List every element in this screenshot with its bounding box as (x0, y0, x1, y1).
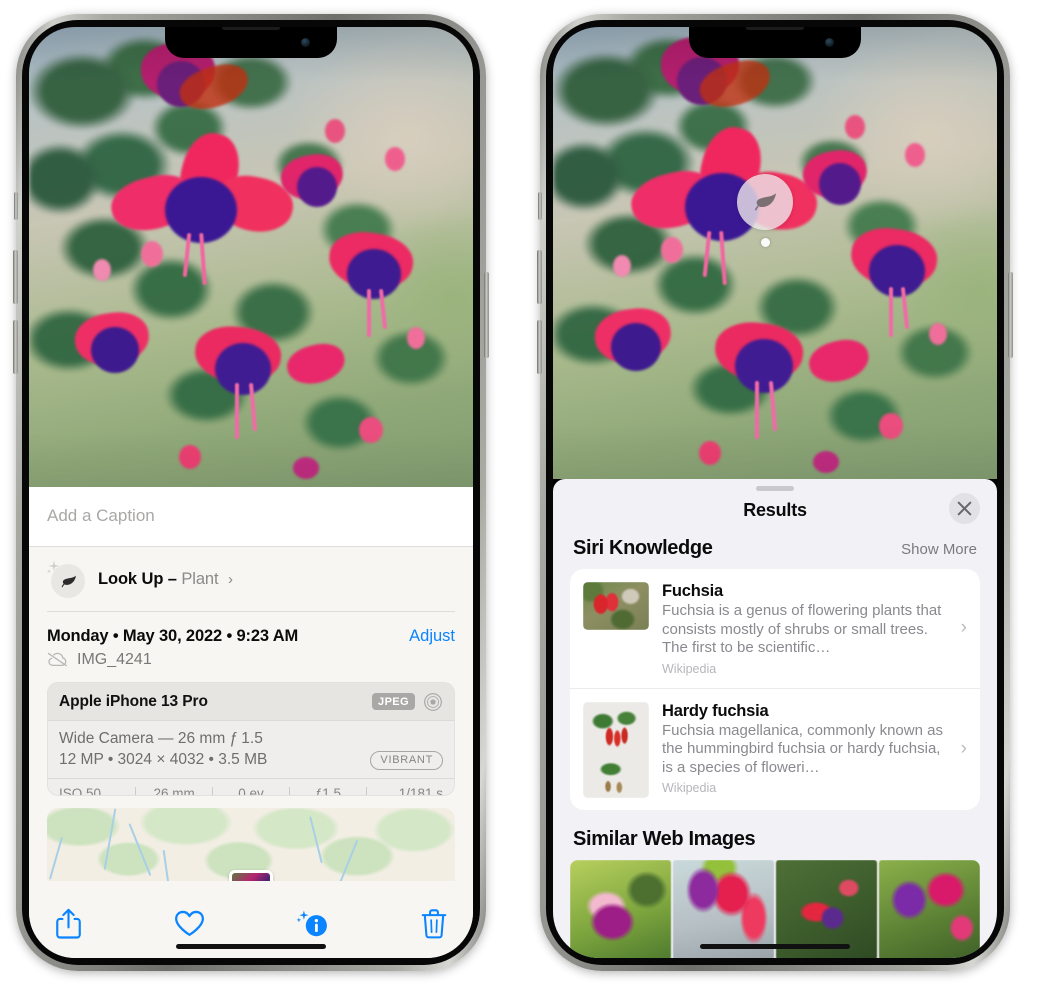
side-power-button[interactable] (1008, 272, 1013, 358)
fuchsia-wild-thumb (583, 582, 649, 630)
look-up-title: Look Up – (98, 569, 177, 588)
web-image-4[interactable] (879, 859, 980, 958)
leaf-icon (754, 193, 777, 211)
iphone-left-photos-info: Add a Caption Look Up – Plant › Monday •… (13, 14, 489, 971)
visual-lookup-results-sheet: Results Siri Knowledge Show More Fuchsia… (553, 479, 997, 958)
camera-model: Apple iPhone 13 Pro (59, 692, 208, 710)
home-indicator[interactable] (176, 944, 326, 949)
file-row: IMG_4241 (47, 646, 455, 682)
exif-focal-length: 26 mm (153, 785, 195, 797)
display-notch (165, 27, 337, 58)
favorite-heart-icon[interactable] (174, 909, 205, 943)
visual-lookup-badge[interactable] (737, 174, 793, 230)
camera-header-badges: JPEG (372, 692, 443, 712)
info-icon[interactable] (296, 909, 329, 944)
leaf-icon-circle (51, 564, 85, 598)
knowledge-item-text: Hardy fuchsia Fuchsia magellanica, commo… (662, 702, 968, 796)
knowledge-item-title: Fuchsia (662, 582, 723, 600)
earpiece-speaker (746, 27, 804, 30)
device-screen-left: Add a Caption Look Up – Plant › Monday •… (29, 27, 473, 958)
cloud-slash-icon (47, 652, 67, 667)
device-screen-right: Results Siri Knowledge Show More Fuchsia… (553, 27, 997, 958)
share-icon[interactable] (55, 908, 82, 945)
lens-info: Wide Camera — 26 mm ƒ 1.5 (59, 729, 263, 747)
camera-card-header: Apple iPhone 13 Pro JPEG (48, 682, 454, 721)
close-button[interactable] (949, 493, 980, 524)
file-name: IMG_4241 (77, 650, 152, 668)
photographic-style-badge: VIBRANT (370, 750, 443, 770)
exif-aperture: ƒ1.5 (314, 785, 342, 797)
knowledge-item-fuchsia[interactable]: Fuchsia Fuchsia is a genus of flowering … (570, 569, 980, 688)
knowledge-item-source: Wikipedia (662, 661, 717, 676)
chevron-right-icon: › (960, 738, 967, 759)
map-photo-pin[interactable] (229, 870, 273, 881)
silence-switch[interactable] (14, 192, 18, 220)
photo-info-sheet: Add a Caption Look Up – Plant › Monday •… (29, 487, 473, 958)
date-row: Monday • May 30, 2022 • 9:23 AM Adjust (47, 612, 455, 646)
front-camera-icon (301, 38, 310, 47)
volume-up-button[interactable] (537, 250, 542, 304)
look-up-subject: Plant (181, 569, 219, 588)
knowledge-item-text: Fuchsia Fuchsia is a genus of flowering … (662, 582, 968, 676)
siri-knowledge-card: Fuchsia Fuchsia is a genus of flowering … (570, 569, 980, 810)
exif-row: ISO 50 26 mm 0 ev ƒ1.5 1/181 s (48, 777, 454, 797)
volume-up-button[interactable] (13, 250, 18, 304)
section-title-siri-knowledge: Siri Knowledge (573, 537, 713, 559)
adjust-button[interactable]: Adjust (409, 627, 455, 646)
knowledge-item-description: Fuchsia is a genus of flowering plants t… (662, 602, 942, 656)
format-badge: JPEG (372, 693, 415, 710)
siri-knowledge-header: Siri Knowledge Show More (553, 537, 997, 569)
home-indicator[interactable] (700, 944, 850, 949)
leaf-icon (61, 575, 76, 587)
volume-down-button[interactable] (13, 320, 18, 374)
caption-input[interactable]: Add a Caption (47, 506, 455, 526)
knowledge-item-hardy-fuchsia[interactable]: Hardy fuchsia Fuchsia magellanica, commo… (570, 687, 980, 810)
caption-field-row[interactable]: Add a Caption (29, 487, 473, 547)
look-up-row[interactable]: Look Up – Plant › (29, 547, 473, 611)
photo-vignette (553, 27, 997, 479)
similar-web-images-header: Similar Web Images (553, 810, 997, 860)
exif-shutter-speed: 1/181 s (398, 785, 444, 797)
location-map-card[interactable] (47, 808, 455, 881)
chevron-right-icon: › (960, 617, 967, 639)
photo-metadata-block: Monday • May 30, 2022 • 9:23 AM Adjust I… (29, 611, 473, 682)
specs-row: 12 MP • 3024 × 4032 • 3.5 MB VIBRANT (59, 750, 443, 770)
camera-card-body: Wide Camera — 26 mm ƒ 1.5 12 MP • 3024 ×… (48, 721, 454, 778)
hardy-fuchsia-thumb (583, 701, 649, 798)
screenshot-root: Add a Caption Look Up – Plant › Monday •… (0, 0, 1055, 985)
close-icon (957, 501, 972, 516)
knowledge-item-description: Fuchsia magellanica, commonly known as t… (662, 721, 943, 776)
camera-info-card: Apple iPhone 13 Pro JPEG Wide Camera — 2… (47, 681, 455, 797)
results-header: Results (553, 491, 997, 537)
show-more-button[interactable]: Show More (901, 541, 977, 558)
trash-icon[interactable] (421, 908, 447, 944)
web-image-1[interactable] (570, 859, 671, 958)
exif-exposure-bias: 0 ev (238, 785, 264, 797)
section-title-similar-web-images: Similar Web Images (573, 827, 756, 850)
capture-date: Monday • May 30, 2022 • 9:23 AM (47, 626, 299, 645)
exif-iso: ISO 50 (59, 785, 102, 797)
side-power-button[interactable] (484, 272, 489, 358)
chevron-right-icon: › (227, 570, 233, 588)
photo-vignette (29, 27, 473, 487)
visual-lookup-anchor-dot (761, 238, 770, 247)
earpiece-speaker (222, 27, 280, 30)
look-up-label: Look Up – Plant › (98, 570, 233, 589)
results-title: Results (743, 500, 807, 520)
knowledge-item-title: Hardy fuchsia (662, 701, 769, 720)
knowledge-item-source: Wikipedia (662, 781, 717, 795)
display-notch (689, 27, 861, 58)
silence-switch[interactable] (538, 192, 542, 220)
look-up-icon-wrap (47, 560, 85, 598)
volume-down-button[interactable] (537, 320, 542, 374)
image-specs: 12 MP • 3024 × 4032 • 3.5 MB (59, 751, 268, 768)
iphone-right-visual-lookup: Results Siri Knowledge Show More Fuchsia… (537, 14, 1013, 971)
photo-fuchsia-left[interactable] (29, 27, 473, 487)
photo-fuchsia-right[interactable] (553, 27, 997, 479)
aperture-icon (424, 692, 442, 711)
front-camera-icon (825, 38, 834, 47)
